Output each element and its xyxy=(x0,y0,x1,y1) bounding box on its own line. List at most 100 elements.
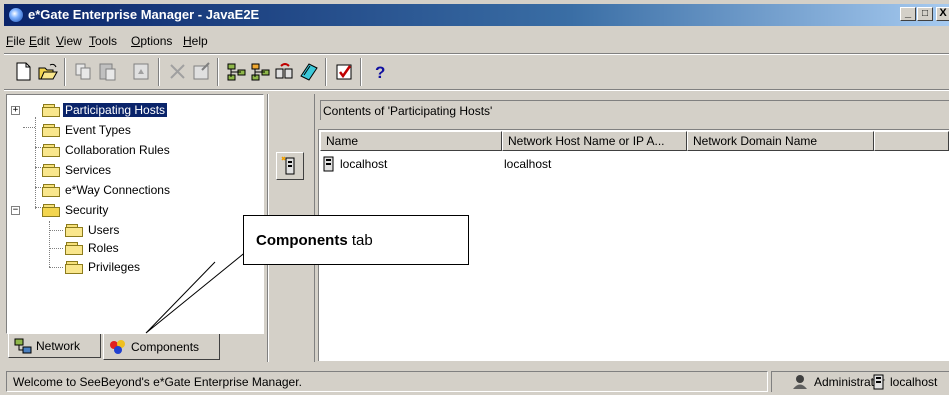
toolbar-divider xyxy=(360,58,362,86)
menu-help[interactable]: Help xyxy=(183,34,208,48)
copy-icon xyxy=(75,63,91,80)
row-host: localhost xyxy=(504,157,552,171)
tab-components[interactable]: Components xyxy=(103,334,220,360)
menu-view-mnemonic: V xyxy=(56,34,64,48)
add-host-icon xyxy=(281,156,295,175)
tree-item-participating-hosts[interactable]: + Participating Hosts xyxy=(11,101,168,119)
tab-components-label: Components xyxy=(131,339,200,354)
table-row[interactable]: localhost xyxy=(322,155,387,173)
help-button[interactable]: ? xyxy=(368,60,391,83)
network-icon xyxy=(14,338,32,353)
tab-network-label: Network xyxy=(36,338,81,353)
title-bar[interactable]: e*Gate Enterprise Manager - JavaE2E _ □ … xyxy=(4,4,949,26)
callout-box: Components tab xyxy=(243,215,469,265)
tree-item-roles[interactable]: Roles xyxy=(65,239,121,257)
tree-item-label: Participating Hosts xyxy=(63,103,168,117)
add-host-button[interactable] xyxy=(276,152,304,180)
menu-help-label: elp xyxy=(191,34,208,48)
folder-icon xyxy=(42,103,60,117)
folder-icon xyxy=(65,260,83,274)
menu-options-mnemonic: O xyxy=(131,34,141,48)
help-icon: ? xyxy=(375,63,385,82)
tree-item-label: Roles xyxy=(88,241,119,255)
open-icon xyxy=(38,63,58,80)
tree-item-eway-connections[interactable]: e*Way Connections xyxy=(42,181,172,199)
status-user: Administrator xyxy=(792,371,885,392)
tree-item-privileges[interactable]: Privileges xyxy=(65,258,142,276)
menu-file[interactable]: File xyxy=(6,34,25,48)
expand-plus-icon[interactable]: + xyxy=(11,105,20,115)
properties-button[interactable] xyxy=(190,60,213,83)
tree-item-services[interactable]: Services xyxy=(42,161,113,179)
application-window: e*Gate Enterprise Manager - JavaE2E _ □ … xyxy=(0,0,949,395)
validate-button[interactable] xyxy=(333,60,356,83)
tree-item-label: Collaboration Rules xyxy=(65,143,170,157)
tree-item-label: Event Types xyxy=(65,123,131,137)
tree-connector xyxy=(49,221,50,267)
promote-button[interactable] xyxy=(130,60,153,83)
menu-tools[interactable]: Tools xyxy=(89,34,117,48)
menu-help-mnemonic: H xyxy=(183,34,192,48)
tree-item-label: Security xyxy=(65,203,109,217)
maximize-button[interactable]: □ xyxy=(917,7,933,21)
tree-connector xyxy=(49,230,63,231)
menu-bar: File Edit View Tools Options Help xyxy=(4,32,949,52)
column-header-name[interactable]: Name xyxy=(320,131,502,151)
network-add-button[interactable] xyxy=(225,60,248,83)
tree-item-label: Privileges xyxy=(88,260,141,274)
toolbar-divider xyxy=(64,58,66,86)
network-edit-button[interactable] xyxy=(249,60,272,83)
open-folder-icon xyxy=(42,203,60,217)
contents-caption: Contents of 'Participating Hosts' xyxy=(320,100,949,120)
delete-button[interactable] xyxy=(166,60,189,83)
tree-item-security[interactable]: − Security xyxy=(11,201,110,219)
help-question-mark: ? xyxy=(375,63,385,82)
menu-options[interactable]: Options xyxy=(131,34,172,48)
app-globe-icon[interactable] xyxy=(8,7,24,23)
tree-connector xyxy=(49,248,63,249)
tree-item-collaboration-rules[interactable]: Collaboration Rules xyxy=(42,141,172,159)
user-icon xyxy=(793,374,807,389)
folder-icon xyxy=(42,123,60,137)
tree-connector xyxy=(23,127,35,128)
paste-button[interactable] xyxy=(96,60,119,83)
host-icon xyxy=(873,374,884,389)
tree-item-label: Services xyxy=(65,163,112,177)
menu-file-label: ile xyxy=(13,34,26,48)
schema-button[interactable] xyxy=(273,60,296,83)
column-header-domain[interactable]: Network Domain Name xyxy=(687,131,874,151)
tree-item-label: e*Way Connections xyxy=(65,183,170,197)
network-add-icon xyxy=(227,63,246,81)
tab-network[interactable]: Network xyxy=(8,334,101,358)
tree-item-event-types[interactable]: Event Types xyxy=(42,121,133,139)
toolbar-divider xyxy=(158,58,160,86)
close-button[interactable]: X xyxy=(936,7,949,21)
callout-bold: Components xyxy=(256,231,348,249)
component-tree[interactable]: + Participating Hosts Event Types Collab… xyxy=(6,94,264,334)
new-button[interactable] xyxy=(12,60,35,83)
menu-edit[interactable]: Edit xyxy=(29,34,50,48)
open-button[interactable] xyxy=(36,60,59,83)
copy-button[interactable] xyxy=(72,60,95,83)
status-message: Welcome to SeeBeyond's e*Gate Enterprise… xyxy=(6,371,768,392)
menu-view-label: iew xyxy=(63,34,82,48)
editor-icon xyxy=(300,63,318,81)
column-header-empty[interactable] xyxy=(874,131,949,151)
collapse-minus-icon[interactable]: − xyxy=(11,205,20,215)
tree-item-label: Users xyxy=(88,223,120,237)
window-title: e*Gate Enterprise Manager - JavaE2E xyxy=(28,7,260,22)
column-header-host[interactable]: Network Host Name or IP A... xyxy=(502,131,687,151)
minimize-button[interactable]: _ xyxy=(900,7,916,21)
menu-view[interactable]: View xyxy=(56,34,82,48)
tree-connector xyxy=(35,117,36,209)
menu-options-label: ptions xyxy=(140,34,173,48)
editor-button[interactable] xyxy=(297,60,320,83)
tree-item-users[interactable]: Users xyxy=(65,221,121,239)
tree-tab-strip: Network Components xyxy=(6,334,264,362)
toolbar-separator xyxy=(4,89,949,91)
tree-connector xyxy=(49,267,63,268)
host-icon xyxy=(323,156,334,172)
toolbar-divider xyxy=(325,58,327,86)
promote-icon xyxy=(133,63,149,80)
schema-icon xyxy=(275,63,293,79)
